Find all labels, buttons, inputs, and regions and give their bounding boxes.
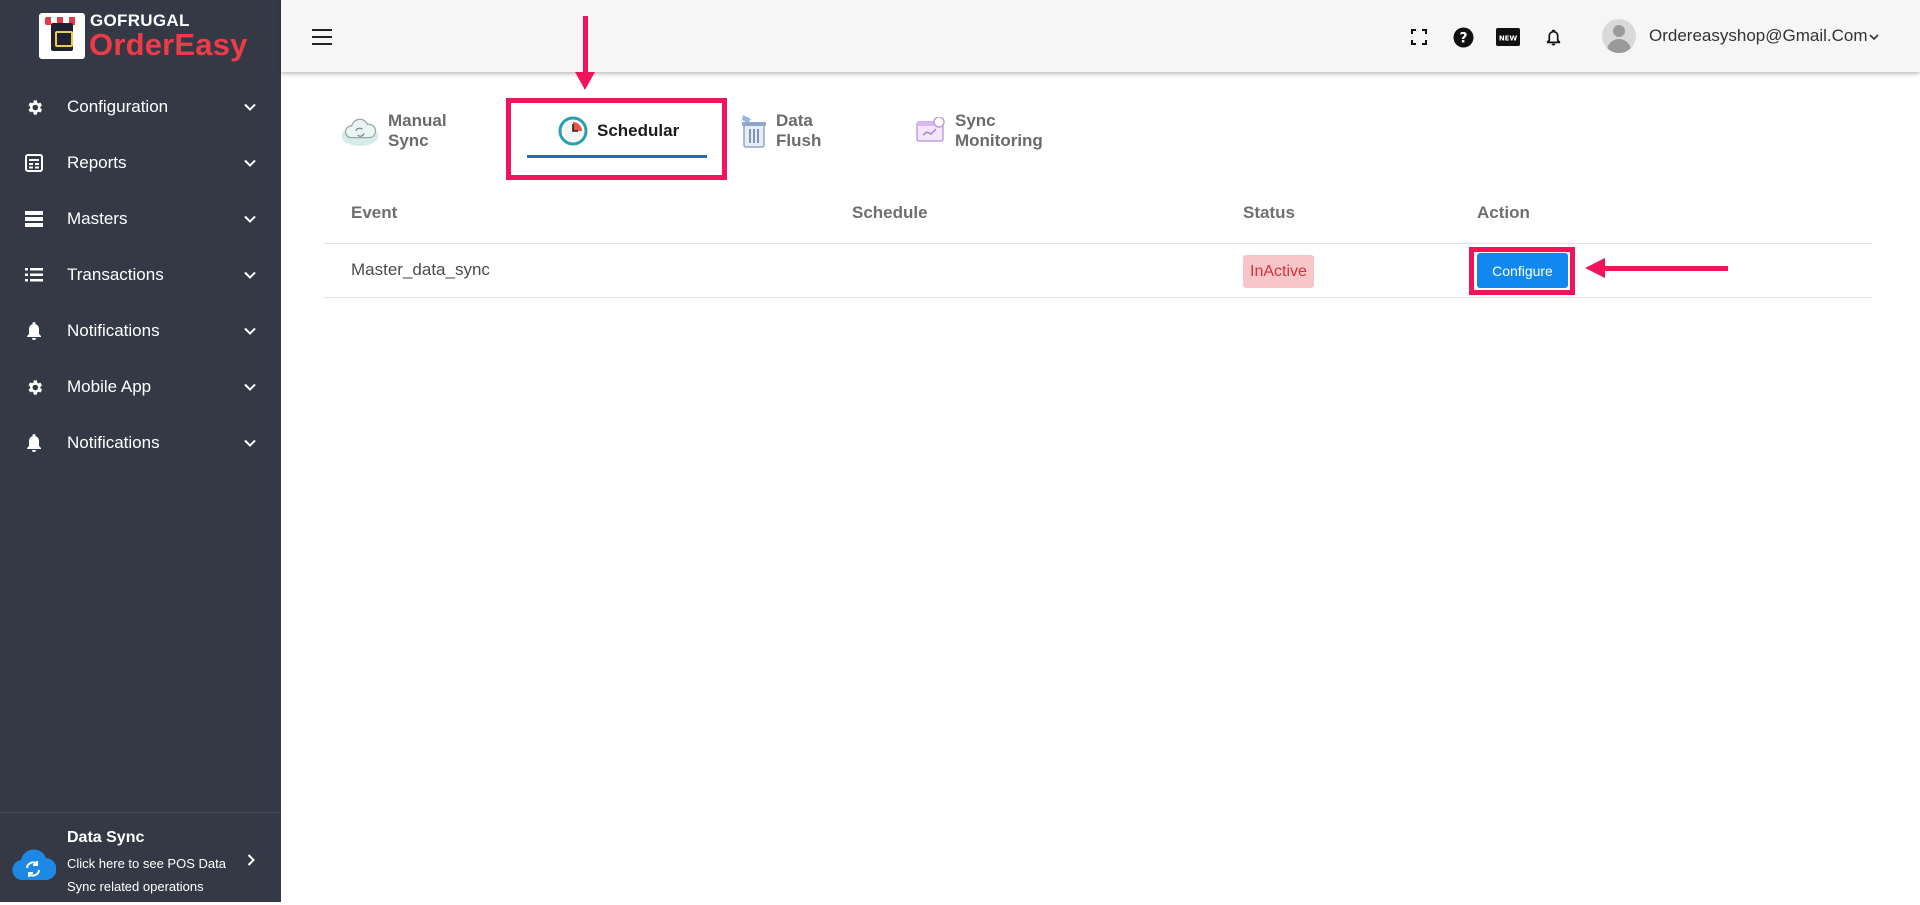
data-sync-description: Click here to see POS Data Sync related … (67, 856, 226, 894)
brand-product: OrderEasy (89, 27, 248, 62)
trash-icon (740, 111, 768, 151)
user-email[interactable]: Ordereasyshop@Gmail.Com (1649, 26, 1868, 46)
schedule-table: Event Schedule Status Action Master_data… (324, 190, 1872, 298)
sidebar-item-notifications-2[interactable]: Notifications (0, 415, 281, 471)
sidebar-nav: Configuration Reports Masters Transactio… (0, 79, 281, 471)
chevron-right-icon (247, 854, 255, 866)
chevron-down-icon (244, 327, 256, 335)
sidebar-item-label: Reports (67, 153, 127, 172)
sidebar-item-masters[interactable]: Masters (0, 191, 281, 247)
bell-icon (24, 321, 44, 341)
reports-icon (24, 153, 44, 173)
sidebar-item-label: Mobile App (67, 377, 152, 396)
chevron-down-icon (244, 215, 256, 223)
annotation-arrow-down (583, 16, 588, 80)
sidebar-item-transactions[interactable]: Transactions (0, 247, 281, 303)
cloud-sync-icon (12, 849, 56, 881)
gear-icon (24, 97, 44, 117)
sidebar-item-configuration[interactable]: Configuration (0, 79, 281, 135)
annotation-arrowhead-down (575, 72, 595, 90)
cloud-sync-icon (340, 111, 380, 151)
column-header-schedule: Schedule (852, 203, 928, 222)
monitor-icon (915, 111, 947, 151)
bell-icon (24, 433, 44, 453)
tab-label: Sync Monitoring (955, 111, 1043, 150)
list-icon (24, 265, 44, 285)
help-icon[interactable]: ? (1452, 26, 1474, 48)
column-header-status: Status (1243, 203, 1295, 222)
chevron-down-icon (244, 103, 256, 111)
sidebar-item-reports[interactable]: Reports (0, 135, 281, 191)
sidebar-item-label: Transactions (67, 265, 164, 284)
annotation-arrowhead-left (1585, 258, 1605, 278)
menu-toggle-icon[interactable] (312, 29, 332, 45)
app-root: GOFRUGAL OrderEasy Configuration Reports (0, 0, 1920, 905)
column-header-event: Event (351, 203, 398, 222)
data-sync-title: Data Sync (67, 829, 145, 846)
chevron-down-icon (244, 271, 256, 279)
chevron-down-icon (244, 159, 256, 167)
chevron-down-icon (244, 383, 256, 391)
avatar[interactable] (1602, 19, 1636, 53)
bell-icon[interactable] (1542, 26, 1564, 48)
sidebar-item-label: Notifications (67, 321, 160, 340)
highlight-box-schedular-tab (506, 98, 727, 180)
data-sync-panel[interactable]: Data Sync Click here to see POS Data Syn… (0, 812, 281, 902)
sidebar-item-mobile-app[interactable]: Mobile App (0, 359, 281, 415)
event-cell: Master_data_sync (351, 260, 490, 279)
table-row: Master_data_sync InActive Configure (324, 244, 1872, 298)
tab-manual-sync[interactable]: Manual Sync (340, 108, 447, 154)
sidebar: GOFRUGAL OrderEasy Configuration Reports (0, 0, 281, 902)
svg-text:?: ? (1459, 30, 1467, 46)
annotation-arrow-left (1600, 266, 1728, 271)
brand-logo[interactable]: GOFRUGAL OrderEasy (39, 11, 259, 62)
tab-data-flush[interactable]: Data Flush (740, 108, 823, 154)
tab-label: Manual Sync (388, 111, 447, 150)
sidebar-item-notifications[interactable]: Notifications (0, 303, 281, 359)
tab-label: Data Flush (776, 111, 822, 150)
highlight-box-configure-button (1469, 247, 1575, 295)
masters-icon (24, 209, 44, 229)
sidebar-item-label: Masters (67, 209, 128, 228)
chevron-down-icon (244, 439, 256, 447)
top-header: ? NEW Ordereasyshop@Gmail.Com (281, 0, 1920, 72)
sidebar-item-label: Configuration (67, 97, 169, 116)
gear-icon (24, 377, 44, 397)
tab-sync-monitoring[interactable]: Sync Monitoring (915, 108, 1045, 154)
sidebar-item-label: Notifications (67, 433, 160, 452)
column-header-action: Action (1477, 203, 1530, 222)
chevron-down-icon[interactable] (1868, 31, 1880, 43)
new-badge-icon[interactable]: NEW (1495, 26, 1521, 48)
table-header-row: Event Schedule Status Action (324, 190, 1872, 244)
svg-text:NEW: NEW (1499, 35, 1518, 43)
status-badge: InActive (1243, 255, 1314, 288)
fullscreen-icon[interactable] (1408, 26, 1430, 48)
store-logo-icon (39, 13, 85, 59)
